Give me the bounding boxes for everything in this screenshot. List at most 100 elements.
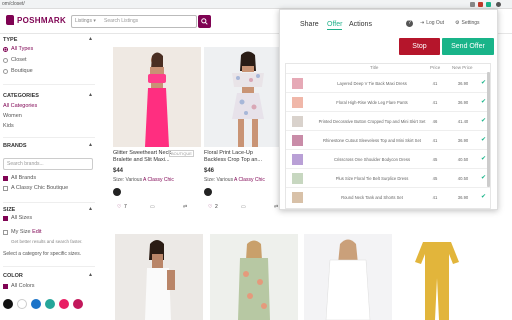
- type-all-option[interactable]: All Types: [3, 46, 33, 52]
- column-title: Title: [370, 65, 379, 70]
- like-icon[interactable]: ♡: [208, 204, 212, 210]
- table-scrollbar[interactable]: [487, 72, 490, 187]
- listing-image[interactable]: [210, 234, 298, 320]
- listing-brand[interactable]: A Classy Chic: [143, 177, 174, 183]
- row-new-price: 40.50: [457, 176, 469, 181]
- edit-size-link[interactable]: Edit: [32, 229, 41, 235]
- size-select-hint: Select a category for specific sizes.: [3, 251, 82, 257]
- listing-image[interactable]: [304, 234, 392, 320]
- type-boutique-option[interactable]: Boutique: [3, 68, 33, 74]
- seller-avatar[interactable]: [204, 188, 212, 196]
- tab-share[interactable]: Share: [300, 21, 319, 28]
- listing-card[interactable]: [115, 234, 203, 320]
- size-all-option[interactable]: All Sizes: [3, 215, 32, 221]
- listing-image[interactable]: [113, 47, 201, 147]
- listing-brand[interactable]: A Classy Chic: [234, 177, 265, 183]
- type-closet-option[interactable]: Closet: [3, 57, 27, 63]
- listing-thumbnail: [292, 116, 303, 127]
- color-all-option[interactable]: All Colors: [3, 283, 35, 289]
- logout-button[interactable]: ⇥ Log Out: [420, 20, 444, 26]
- listing-card[interactable]: [304, 234, 392, 320]
- color-swatch-white[interactable]: [17, 299, 27, 309]
- option-label: All Colors: [11, 283, 35, 289]
- extension-icon[interactable]: [470, 2, 475, 7]
- brand-all-option[interactable]: All Brands: [3, 175, 36, 181]
- help-icon: ?: [406, 20, 413, 27]
- check-icon: ✔: [481, 80, 487, 86]
- color-swatch-teal[interactable]: [45, 299, 55, 309]
- listing-title[interactable]: Floral Print Lace-Up Backless Crop Top a…: [204, 150, 272, 164]
- share-icon[interactable]: ⇄: [183, 204, 187, 210]
- logo-icon: [6, 15, 14, 25]
- collapse-categories-icon[interactable]: ▴: [89, 91, 92, 98]
- check-icon: ✔: [481, 194, 487, 200]
- color-swatch-magenta[interactable]: [73, 299, 83, 309]
- color-swatch-black[interactable]: [3, 299, 13, 309]
- table-row[interactable]: Round Neck Tank and Shorts Set 41 36.90 ✔: [286, 187, 490, 206]
- option-label: All Types: [11, 46, 34, 52]
- settings-button[interactable]: ⚙ Settings: [455, 20, 480, 26]
- size-hint: Get better results and search faster.: [11, 239, 83, 244]
- check-icon: ✔: [481, 175, 487, 181]
- categories-heading: CATEGORIES: [3, 93, 39, 99]
- tab-actions[interactable]: Actions: [349, 21, 372, 28]
- send-offer-button[interactable]: Send Offer: [442, 38, 494, 55]
- collapse-color-icon[interactable]: ▴: [89, 271, 92, 278]
- option-label: All Sizes: [11, 215, 33, 221]
- color-swatch-pink[interactable]: [59, 299, 69, 309]
- extension-icon[interactable]: [478, 2, 483, 7]
- brand-classy-chic-option[interactable]: A Classy Chic Boutique: [3, 185, 68, 191]
- row-price: 45: [432, 157, 438, 162]
- column-new-price: New Price: [452, 65, 473, 70]
- browser-address-bar[interactable]: om/closet/: [0, 0, 512, 9]
- search-scope-select[interactable]: Listings ▾: [75, 16, 96, 27]
- category-all[interactable]: All Categories: [3, 103, 37, 109]
- collapse-type-icon[interactable]: ▴: [89, 35, 92, 42]
- poshmark-logo[interactable]: POSHMARK: [6, 15, 66, 25]
- extension-icon[interactable]: [486, 2, 491, 7]
- brand-search-input[interactable]: Search brands...: [3, 158, 93, 170]
- listing-card[interactable]: [393, 234, 481, 320]
- color-swatch-blue[interactable]: [31, 299, 41, 309]
- search-input[interactable]: Listings ▾ Search Listings: [71, 15, 197, 28]
- collapse-size-icon[interactable]: ▴: [89, 205, 92, 212]
- listing-image[interactable]: [393, 234, 481, 320]
- category-women[interactable]: Women: [3, 113, 22, 119]
- my-size-option[interactable]: My Size Edit: [3, 229, 42, 235]
- stop-button[interactable]: Stop: [399, 38, 440, 55]
- row-price: 41: [432, 100, 438, 105]
- help-button[interactable]: ?: [406, 20, 413, 27]
- listing-thumbnail: [292, 192, 303, 203]
- share-icon[interactable]: ⇄: [274, 204, 278, 210]
- row-title: Layered Deep V Tie Back Maxi Dress: [337, 81, 407, 86]
- comment-icon[interactable]: ▭: [241, 204, 246, 210]
- table-row[interactable]: Floral High-Rise Wide Leg Flare Pants 41 3…: [286, 92, 490, 111]
- row-new-price: 40.50: [457, 157, 469, 162]
- like-icon[interactable]: ♡: [117, 204, 121, 210]
- panel-tabs: Share Offer Actions ? ⇥ Log Out ⚙ Settings: [280, 10, 499, 34]
- search-placeholder: Search Listings: [104, 18, 139, 24]
- category-kids[interactable]: Kids: [3, 123, 14, 129]
- table-row[interactable]: Plus Size Floral Tie Belt Surplice Dress…: [286, 168, 490, 187]
- tab-offer[interactable]: Offer: [327, 21, 343, 30]
- table-row[interactable]: Crisscross One Shoulder Bodycon Dress 45 4…: [286, 149, 490, 168]
- listing-card[interactable]: [210, 234, 298, 320]
- listing-card[interactable]: Glitter Sweetheart Neck Bralette and Sli…: [113, 47, 201, 237]
- listing-thumbnail: [292, 97, 303, 108]
- check-icon: ✔: [481, 156, 487, 162]
- search-button[interactable]: [198, 15, 211, 28]
- brand-search-placeholder: Search brands...: [7, 161, 44, 167]
- collapse-brands-icon[interactable]: ▴: [89, 141, 92, 148]
- seller-avatar[interactable]: [113, 188, 121, 196]
- table-row[interactable]: Layered Deep V Tie Back Maxi Dress 41 36.9…: [286, 73, 490, 92]
- row-title: Floral High-Rise Wide Leg Flare Pants: [336, 100, 408, 105]
- table-row[interactable]: Printed Decorative Button Cropped Top an…: [286, 111, 490, 130]
- row-new-price: 36.90: [457, 100, 469, 105]
- table-row[interactable]: Rhinestone Cutout Sleeveless Top and Min…: [286, 130, 490, 149]
- listing-image[interactable]: [115, 234, 203, 320]
- checkbox-icon: [3, 175, 8, 181]
- comment-icon[interactable]: ▭: [150, 204, 155, 210]
- logout-label: Log Out: [426, 20, 444, 26]
- profile-icon[interactable]: [496, 2, 501, 7]
- like-count: 7: [124, 204, 127, 210]
